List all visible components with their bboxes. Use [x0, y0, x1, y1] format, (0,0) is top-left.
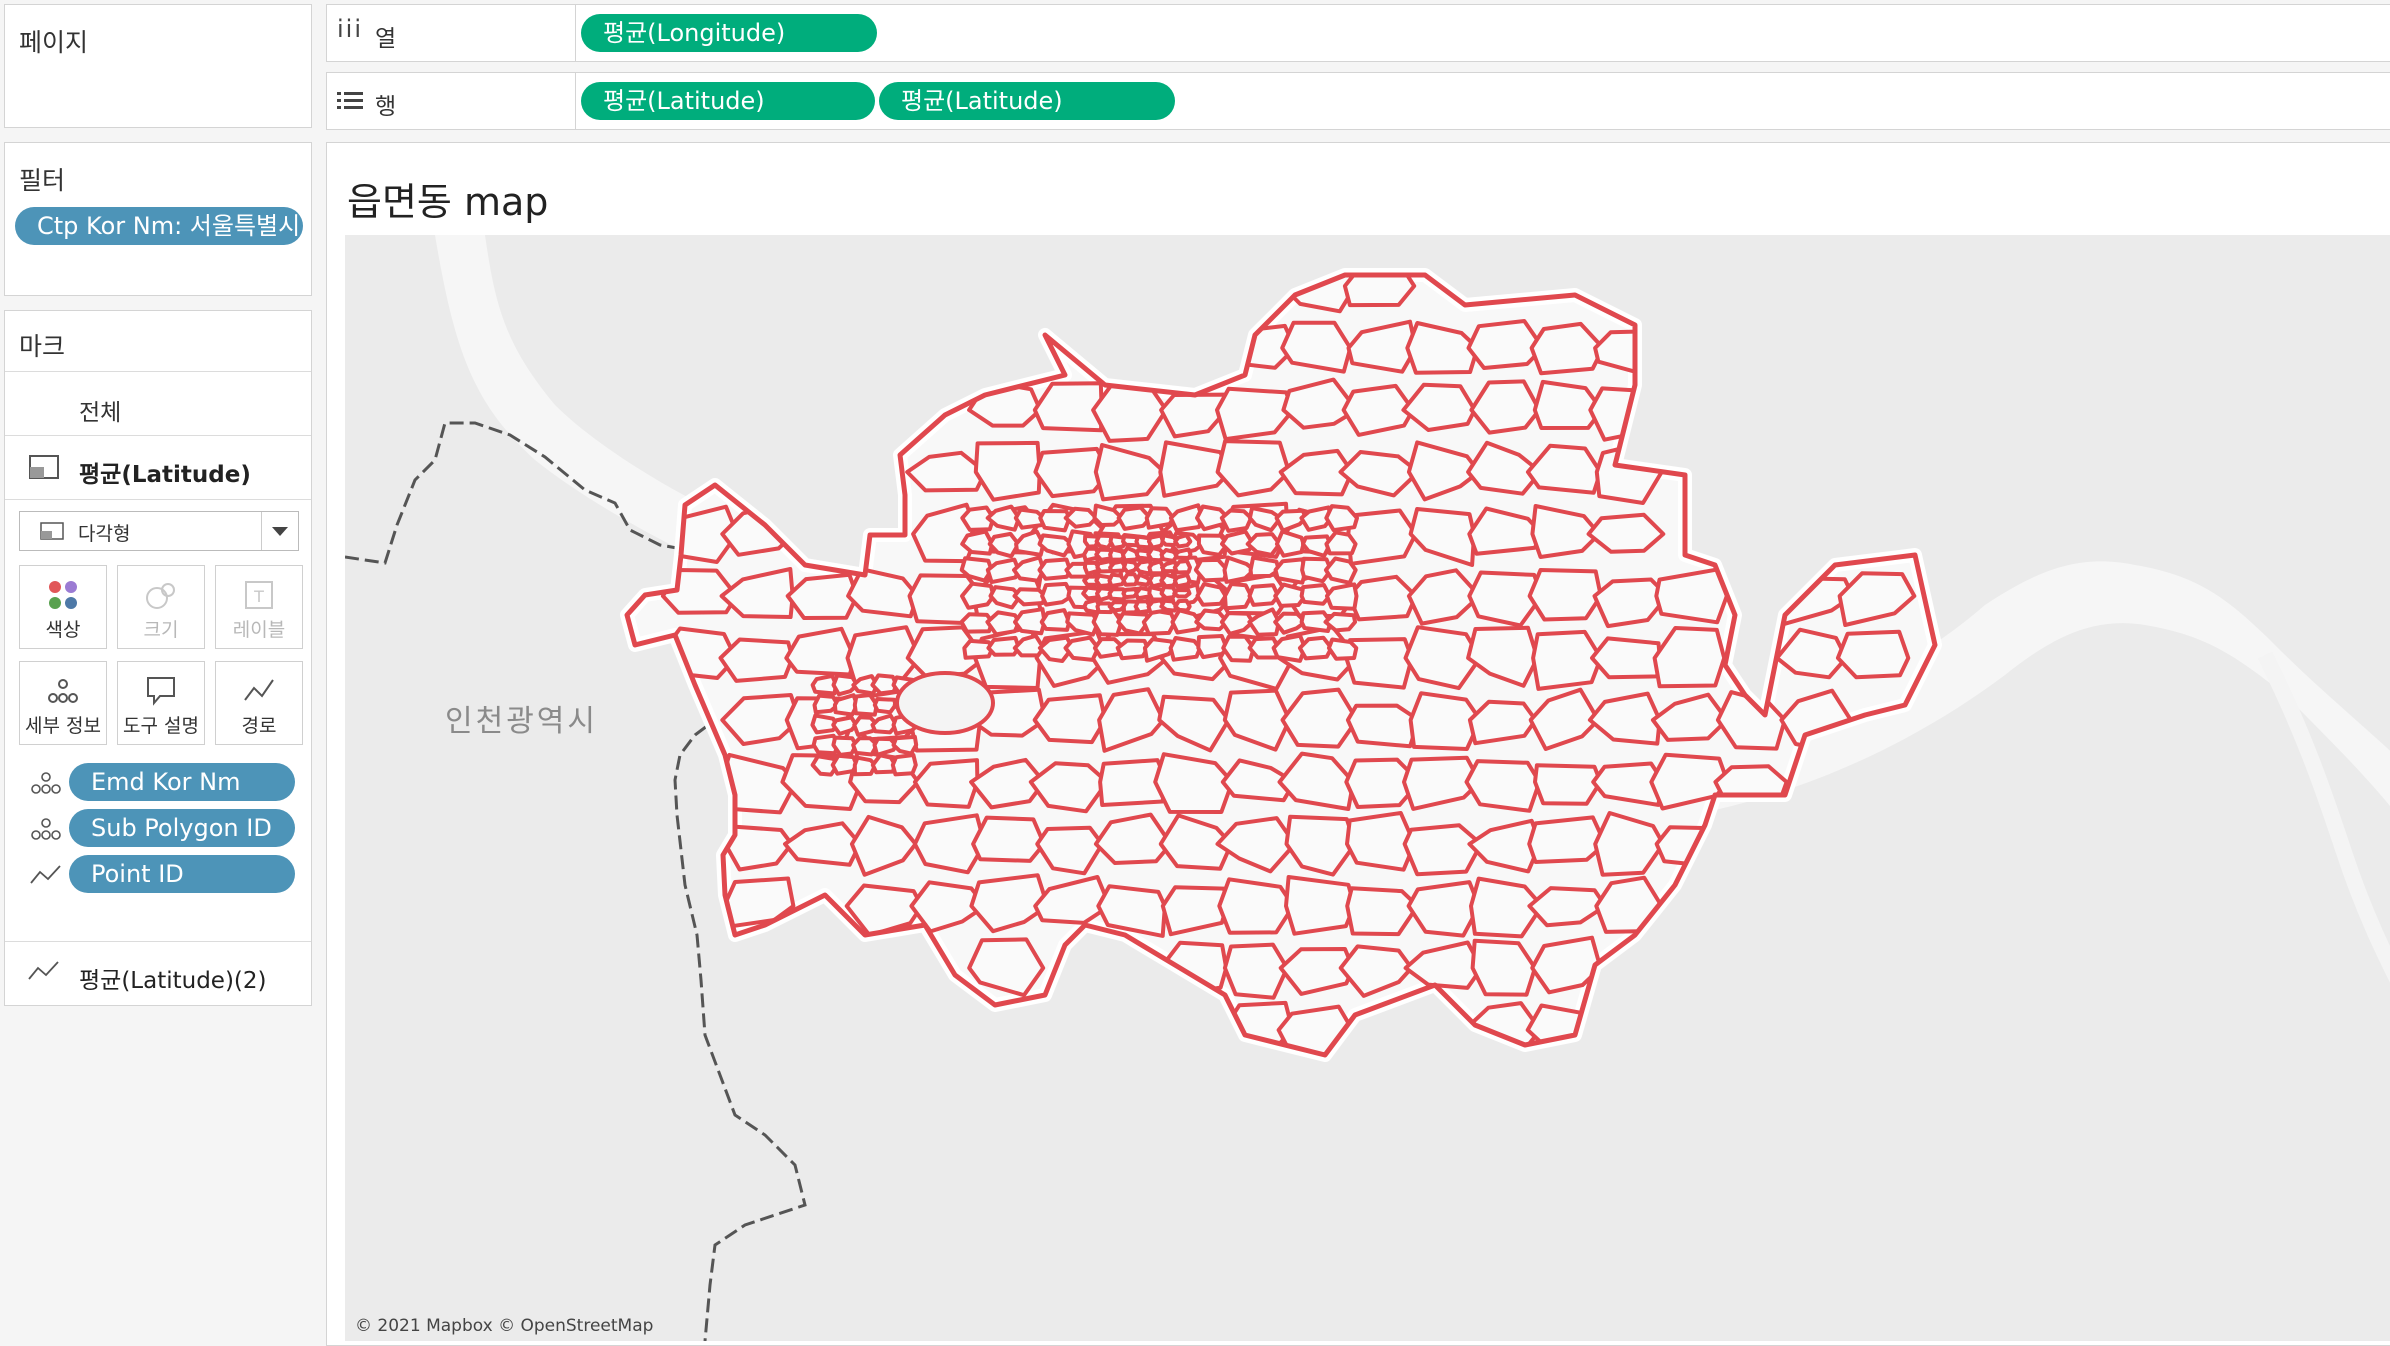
path-icon [244, 679, 274, 701]
filters-card: 필터 Ctp Kor Nm: 서울특별시 [4, 142, 312, 296]
polygon-mark-icon [40, 522, 64, 540]
map-attribution: © 2021 Mapbox © OpenStreetMap [355, 1316, 653, 1336]
choropleth-map[interactable]: 인천광역시 © 2021 Mapbox © OpenStreetMap [345, 235, 2390, 1341]
dropdown-separator [261, 512, 262, 550]
size-button-label: 크기 [143, 619, 179, 641]
columns-shelf[interactable]: iii 열 평균(Longitude) [326, 4, 2390, 62]
columns-label: 열 [375, 26, 397, 52]
detail-icon [31, 772, 61, 794]
detail-pill-emd-kor-nm[interactable]: Emd Kor Nm [69, 763, 295, 801]
shelf-divider [575, 73, 576, 129]
rows-pill-avg-latitude-1[interactable]: 평균(Latitude) [581, 82, 875, 120]
filter-pill-ctp-kor-nm[interactable]: Ctp Kor Nm: 서울특별시 [15, 207, 303, 245]
color-icon [49, 581, 77, 609]
tooltip-button-label: 도구 설명 [123, 715, 199, 737]
color-button[interactable]: 색상 [19, 565, 107, 649]
marks-layer1-tab[interactable]: 평균(Latitude) [5, 435, 311, 499]
shelf-divider [575, 5, 576, 61]
detail-button[interactable]: 세부 정보 [19, 661, 107, 745]
size-icon [146, 583, 175, 609]
map-place-label-incheon: 인천광역시 [445, 704, 598, 739]
marks-card: 마크 전체 평균(Latitude) 다각형 색상 크기 T 레이블 세부 정보… [4, 310, 312, 1006]
rows-pill-avg-latitude-2[interactable]: 평균(Latitude) [879, 82, 1175, 120]
marks-all-tab[interactable]: 전체 [79, 393, 121, 427]
columns-icon: iii [337, 15, 364, 43]
marks-title: 마크 [19, 332, 66, 361]
line-mark-icon [28, 961, 59, 980]
rows-label: 행 [375, 94, 397, 120]
label-button-label: 레이블 [232, 619, 286, 641]
marks-layer2-tab[interactable]: 평균(Latitude)(2) [5, 941, 311, 1005]
detail-pill-sub-polygon-id[interactable]: Sub Polygon ID [69, 809, 295, 847]
pages-card: 페이지 [4, 4, 312, 128]
svg-text:T: T [253, 587, 264, 606]
polygon-mark-icon [29, 455, 59, 479]
path-button-label: 경로 [241, 715, 277, 737]
path-icon [30, 865, 61, 884]
size-button[interactable]: 크기 [117, 565, 205, 649]
rows-shelf[interactable]: 행 평균(Latitude) 평균(Latitude) [326, 72, 2390, 130]
label-button[interactable]: T 레이블 [215, 565, 303, 649]
text-label-icon: T [245, 581, 273, 609]
view-title: 읍면동 map [347, 180, 549, 224]
filters-title: 필터 [19, 166, 66, 195]
chevron-down-icon [272, 527, 288, 536]
tooltip-icon [147, 677, 175, 706]
mark-type-value: 다각형 [78, 523, 131, 545]
map-area[interactable]: 인천광역시 © 2021 Mapbox © OpenStreetMap [345, 235, 2390, 1341]
detail-icon [48, 679, 78, 703]
mark-type-dropdown[interactable]: 다각형 [19, 511, 299, 551]
path-button[interactable]: 경로 [215, 661, 303, 745]
view-card: 읍면동 map 인천광역시 © 2021 Mapbox © OpenStreet… [326, 142, 2390, 1346]
pages-title: 페이지 [19, 28, 89, 57]
marks-layer2-label: 평균(Latitude)(2) [79, 968, 267, 994]
detail-button-label: 세부 정보 [25, 715, 101, 737]
rows-icon [337, 92, 363, 109]
path-pill-point-id[interactable]: Point ID [69, 855, 295, 893]
detail-icon [31, 818, 61, 840]
columns-pill-avg-longitude[interactable]: 평균(Longitude) [581, 14, 877, 52]
marks-layer1-label: 평균(Latitude) [79, 462, 251, 488]
tooltip-button[interactable]: 도구 설명 [117, 661, 205, 745]
color-button-label: 색상 [45, 619, 81, 641]
